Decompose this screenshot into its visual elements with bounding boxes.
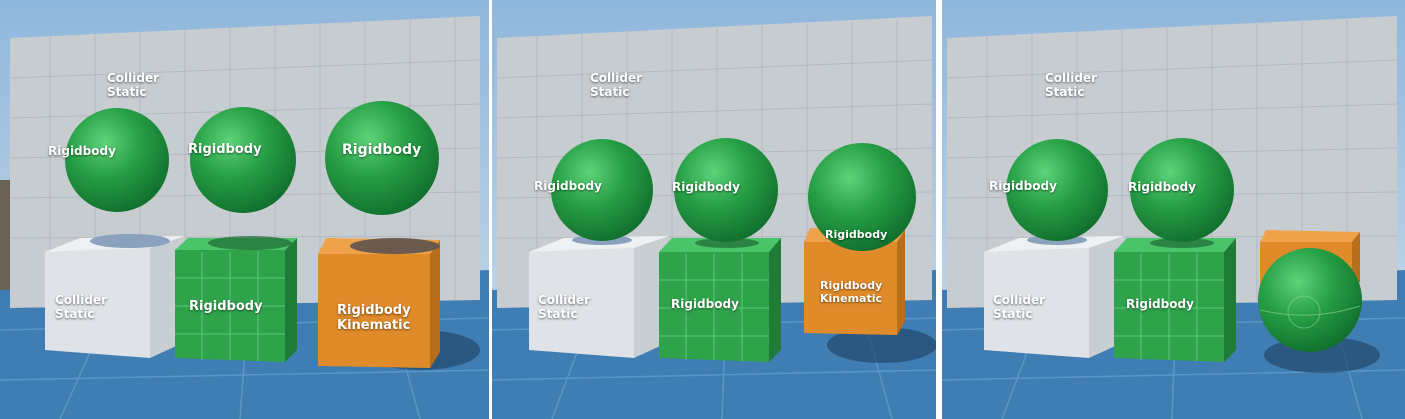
rigidbody-sphere-3[interactable]	[325, 101, 439, 215]
rigidbody-sphere-1[interactable]	[551, 139, 653, 241]
rigidbody-sphere-3[interactable]	[1258, 248, 1362, 352]
scene-panel-1: Collider Static Rigidbody Rigidbody Rigid…	[0, 0, 489, 419]
scene-view-2	[492, 0, 936, 419]
rigidbody-cube[interactable]	[659, 238, 781, 362]
rigidbody-sphere-1[interactable]	[1006, 139, 1108, 241]
rigidbody-kinematic-cube[interactable]	[318, 238, 440, 368]
rigidbody-sphere-3[interactable]	[808, 143, 916, 251]
rigidbody-sphere-2[interactable]	[674, 138, 778, 242]
static-collider-cube[interactable]	[529, 235, 669, 358]
rigidbody-sphere-2[interactable]	[1130, 138, 1234, 242]
static-collider-cube[interactable]	[984, 235, 1124, 358]
scene-view-3	[942, 0, 1405, 419]
scene-panel-2: Collider Static Rigidbody Rigidbody Rigid…	[492, 0, 936, 419]
scene-panel-3: Collider Static Rigidbody Rigidbody Colli…	[942, 0, 1405, 419]
static-collider-cube[interactable]	[45, 234, 185, 358]
rigidbody-cube[interactable]	[1114, 238, 1236, 362]
scene-view-1	[0, 0, 489, 419]
rigidbody-sphere-2[interactable]	[190, 107, 296, 213]
rigidbody-sphere-1[interactable]	[65, 108, 169, 212]
rigidbody-cube[interactable]	[175, 236, 297, 362]
